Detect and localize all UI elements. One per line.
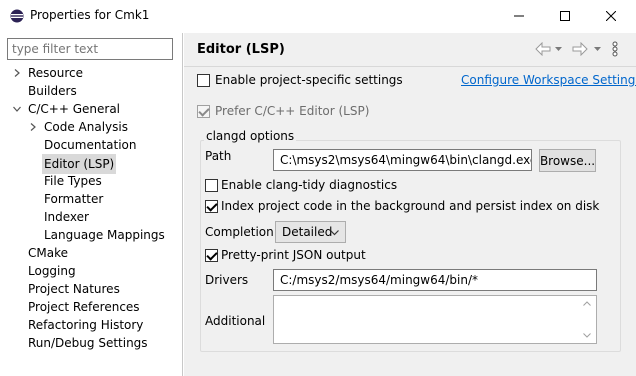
prefer-editor-label: Prefer C/C++ Editor (LSP) — [215, 104, 370, 118]
enable-project-specific-checkbox[interactable] — [197, 74, 210, 87]
tree-item[interactable]: Formatter — [0, 190, 182, 208]
tree-item[interactable]: Resource — [0, 64, 182, 82]
chevron-right-icon[interactable] — [13, 69, 21, 77]
eclipse-icon — [10, 9, 24, 23]
back-arrow-icon — [535, 42, 551, 56]
tree-item[interactable]: Indexer — [0, 208, 182, 226]
forward-history-dropdown[interactable] — [594, 41, 601, 57]
tree-item[interactable]: Run/Debug Settings — [0, 334, 182, 352]
tree-item[interactable]: Code Analysis — [0, 118, 182, 136]
completion-select[interactable]: Detailed — [275, 221, 346, 243]
tree-item[interactable]: Documentation — [0, 136, 182, 154]
forward-arrow-icon — [572, 42, 588, 56]
view-menu-button[interactable] — [612, 41, 618, 57]
forward-button[interactable] — [572, 41, 588, 57]
maximize-button[interactable] — [542, 0, 588, 31]
clang-tidy-checkbox[interactable] — [205, 179, 218, 192]
tree-item[interactable]: CMake — [0, 244, 182, 262]
tree-item-label: Refactoring History — [28, 318, 144, 332]
tree-item-label: Indexer — [44, 210, 89, 224]
path-input[interactable]: C:\msys2\msys64\mingw64\bin\clangd.exe — [273, 149, 532, 171]
dropdown-icon — [555, 46, 562, 51]
tree-item[interactable]: Refactoring History — [0, 316, 182, 334]
tree-item-label: Language Mappings — [44, 228, 165, 242]
tree-item-label: File Types — [44, 174, 102, 188]
tree-item[interactable]: Editor (LSP) — [0, 154, 182, 174]
drivers-label: Drivers — [205, 273, 249, 287]
tree-item[interactable]: File Types — [0, 172, 182, 190]
filter-input[interactable] — [7, 38, 173, 60]
index-background-label: Index project code in the background and… — [221, 199, 600, 213]
back-button[interactable] — [535, 41, 551, 57]
clangd-options-title: clangd options — [204, 129, 297, 143]
back-history-dropdown[interactable] — [555, 41, 562, 57]
minimize-button[interactable] — [496, 0, 542, 31]
minimize-icon — [514, 15, 524, 16]
chevron-down-icon[interactable] — [13, 105, 21, 113]
scroll-down-icon[interactable] — [583, 333, 591, 338]
tree-item-label: C/C++ General — [28, 102, 121, 116]
tree-item-label: Resource — [28, 66, 84, 80]
scroll-up-icon[interactable] — [583, 301, 591, 306]
pretty-print-label: Pretty-print JSON output — [221, 248, 366, 262]
tree-item[interactable]: Project Natures — [0, 280, 182, 298]
tree-item[interactable]: Language Mappings — [0, 226, 182, 244]
configure-workspace-settings-link[interactable]: Configure Workspace Settings... — [461, 73, 636, 87]
additional-textarea[interactable] — [273, 295, 597, 344]
clang-tidy-label: Enable clang-tidy diagnostics — [221, 178, 398, 192]
tree-item-label: Formatter — [44, 192, 104, 206]
prefer-editor-checkbox[interactable] — [197, 105, 210, 118]
window-title: Properties for Cmk1 — [30, 8, 150, 22]
dropdown-icon — [594, 46, 601, 51]
tree-item-label: Code Analysis — [44, 120, 128, 134]
tree-item[interactable]: Logging — [0, 262, 182, 280]
tree-item-label: Documentation — [44, 138, 137, 152]
index-background-checkbox[interactable] — [205, 200, 218, 213]
tree-item-label: Logging — [28, 264, 76, 278]
preference-page: Editor (LSP) Enable project-specific set… — [184, 33, 636, 376]
path-label: Path — [205, 149, 232, 163]
chevron-right-icon[interactable] — [29, 123, 37, 131]
chevron-down-icon — [330, 230, 339, 236]
tree-item-label: CMake — [28, 246, 68, 260]
tree-item[interactable]: C/C++ General — [0, 100, 182, 118]
enable-project-specific-label: Enable project-specific settings — [215, 73, 403, 87]
drivers-input[interactable]: C:/msys2/msys64/mingw64/bin/* — [273, 269, 597, 291]
maximize-icon — [560, 10, 570, 21]
tree-item[interactable]: Project References — [0, 298, 182, 316]
completion-label: Completion — [205, 225, 274, 239]
tree-item-label: Project References — [28, 300, 140, 314]
additional-label: Additional — [205, 314, 266, 328]
tree-item-label: Builders — [28, 84, 77, 98]
tree-item-label: Editor (LSP) — [42, 154, 117, 174]
close-icon — [606, 10, 616, 21]
page-title: Editor (LSP) — [197, 42, 285, 57]
view-menu-icon — [612, 41, 618, 57]
sidebar: Resource Builders C/C++ General Code Analys… — [0, 33, 183, 376]
tree-item[interactable]: Builders — [0, 82, 182, 100]
header-separator — [184, 66, 636, 67]
title-bar: Properties for Cmk1 — [0, 0, 636, 33]
pretty-print-checkbox[interactable] — [205, 249, 218, 262]
completion-value: Detailed — [282, 225, 333, 239]
browse-button[interactable]: Browse... — [539, 149, 596, 172]
tree-item-label: Run/Debug Settings — [28, 336, 148, 350]
close-button[interactable] — [588, 0, 634, 31]
tree-item-label: Project Natures — [28, 282, 120, 296]
